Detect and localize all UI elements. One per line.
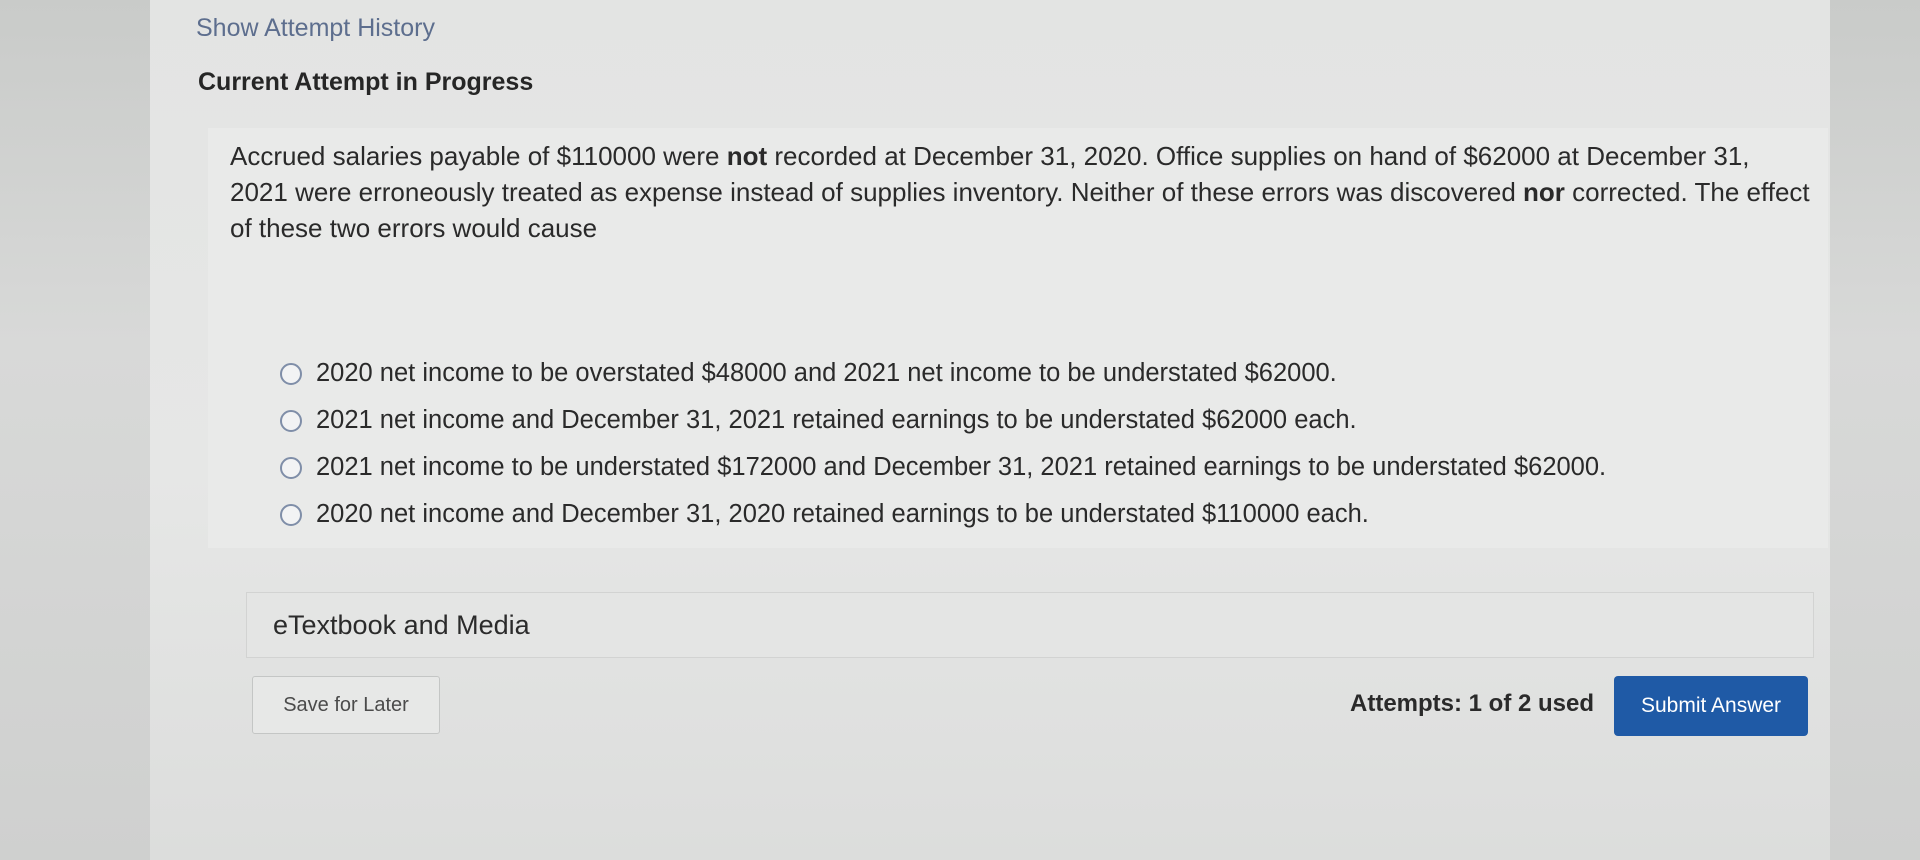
radio-button[interactable] [280,503,302,526]
question-text: Accrued salaries payable of $110000 were… [230,138,1810,246]
save-for-later-button[interactable]: Save for Later [252,676,440,734]
question-emphasis-not: not [726,141,768,171]
radio-button[interactable] [280,456,302,479]
question-emphasis-nor: nor [1523,177,1565,207]
etextbook-media-toggle[interactable]: eTextbook and Media [246,592,1814,658]
answer-option-4[interactable]: 2020 net income and December 31, 2020 re… [280,491,1606,538]
current-attempt-heading: Current Attempt in Progress [198,68,534,96]
show-attempt-history-link[interactable]: Show Attempt History [196,14,435,43]
answer-option-1[interactable]: 2020 net income to be overstated $48000 … [280,350,1606,397]
answer-option-2[interactable]: 2021 net income and December 31, 2021 re… [280,397,1606,444]
radio-button[interactable] [280,409,302,432]
radio-button[interactable] [280,362,302,385]
answer-option-3[interactable]: 2021 net income to be understated $17200… [280,444,1606,491]
question-part-1: Accrued salaries payable of $110000 were [230,141,727,171]
answer-option-label: 2020 net income and December 31, 2020 re… [316,500,1369,528]
assignment-page: Show Attempt History Current Attempt in … [150,0,1830,860]
answer-option-label: 2021 net income and December 31, 2021 re… [316,406,1357,434]
attempts-counter: Attempts: 1 of 2 used [1350,690,1595,717]
submit-answer-button[interactable]: Submit Answer [1614,676,1808,736]
answer-option-label: 2021 net income to be understated $17200… [316,453,1607,481]
answer-option-label: 2020 net income to be overstated $48000 … [316,359,1337,387]
answer-options: 2020 net income to be overstated $48000 … [280,350,1606,538]
etextbook-media-label: eTextbook and Media [273,609,530,640]
